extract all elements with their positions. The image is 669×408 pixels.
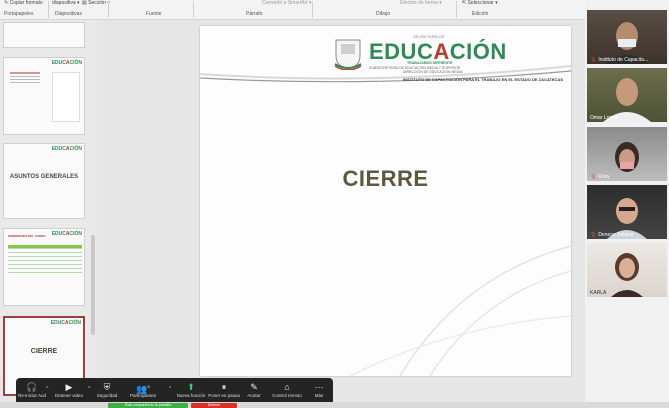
ribbon-divider (193, 1, 194, 18)
group-editing: Edición (472, 11, 489, 17)
participants-button[interactable]: 👥5 Participantes (128, 381, 158, 398)
ribbon-divider (108, 1, 109, 18)
copy-format-button[interactable]: ✎ Copiar formato (4, 0, 43, 6)
pause-share-button[interactable]: ⏸ Poner en pausa (208, 381, 240, 398)
headphones-icon: 🎧 (26, 382, 38, 392)
participants-panel: 🎙 Instituto de Capacita... Omar Lopez 🎙 Ro… (585, 0, 669, 408)
thumbnail-scrollbar[interactable] (91, 235, 95, 335)
thumb-table (8, 245, 82, 273)
thumb-logo: EDUCACIÓN (51, 60, 82, 66)
convert-smartart-label: Convertir a SmartArt (262, 0, 308, 6)
new-share-button[interactable]: ⬆ Nueva función (176, 381, 206, 398)
sharing-indicator[interactable]: Está compartiendo la pantalla (108, 403, 188, 408)
audio-button[interactable]: 🎧 Re-iniciar Aud (18, 381, 46, 398)
convert-smartart-button[interactable]: Convertir a SmartArt ▾ (262, 0, 311, 6)
shield-icon: ⛨ (103, 382, 111, 392)
slide-label: diapositiva (52, 0, 76, 6)
participant-tile[interactable]: KARLA (587, 243, 667, 297)
thumb-logo: EDUCACIÓN (51, 231, 82, 237)
copy-format-label: Copiar formato (9, 0, 43, 6)
shape-effects-button[interactable]: Efectos de forma ▾ (400, 0, 442, 6)
current-slide[interactable]: SECRETARÍA DE EDUCACIÓN TRABAJAMOS DIFER… (200, 26, 571, 376)
video-icon: ▶ (65, 382, 73, 392)
select-label: Seleccionar (467, 0, 494, 6)
thumb-logo: EDUCACIÓN (50, 320, 81, 326)
group-font: Fuente (146, 11, 162, 17)
section-button[interactable]: ▤ Sección ▾ (82, 0, 110, 6)
video-options-chevron-icon[interactable]: ^ (88, 386, 90, 392)
group-slides: Diapositivas (55, 11, 82, 17)
slide-thumbnail-3[interactable]: EDUCACIÓN ASUNTOS GENERALES (3, 143, 85, 219)
slide-title[interactable]: CIERRE (200, 166, 571, 192)
participant-name: Omar Lopez (590, 115, 618, 121)
thumb-logo: EDUCACIÓN (51, 146, 82, 152)
thumb-title: CIERRE (30, 348, 58, 355)
brand-sub2: DIRECCIÓN DE EDUCACIÓN MEDIA (403, 70, 463, 74)
mouse-icon: ⌂ (284, 382, 290, 392)
section-label: Sección (88, 0, 106, 6)
secretaria-educacion-logo: SECRETARÍA DE EDUCACIÓN TRABAJAMOS DIFER… (333, 34, 563, 84)
group-drawing: Dibujo (376, 11, 391, 17)
meeting-toolbar: 🎧 Re-iniciar Aud ^ ▶ Detener video ^ ⛨ Segu… (16, 378, 333, 405)
stop-share-label: Detener (207, 403, 221, 407)
zacatecas-shield-icon (334, 39, 362, 70)
sharing-label: Está compartiendo la pantalla (124, 403, 172, 407)
pause-icon: ⏸ (221, 382, 227, 392)
share-icon: ⬆ (187, 382, 195, 392)
thumb-title: PENDIENTES DEL CURSO (8, 234, 46, 238)
thumb-title: ASUNTOS GENERALES (9, 174, 79, 180)
mic-muted-icon: 🎙 (590, 57, 597, 63)
participant-name: 🎙 Instituto de Capacita... (590, 57, 649, 63)
participant-name: KARLA (590, 290, 607, 296)
security-button[interactable]: ⛨ Seguridad (94, 381, 120, 398)
ribbon-divider (48, 1, 49, 18)
more-icon: ··· (314, 382, 324, 392)
status-bar (0, 402, 669, 408)
participants-options-chevron-icon[interactable]: ^ (169, 386, 171, 392)
slide-thumbnail-4[interactable]: EDUCACIÓN PENDIENTES DEL CURSO (3, 228, 85, 306)
pen-icon: ✎ (250, 382, 258, 392)
participant-name: 🎙 Denese Salazar (590, 232, 634, 238)
stop-video-button[interactable]: ▶ Detener video (54, 381, 84, 398)
participant-tile[interactable]: 🎙 Instituto de Capacita... (587, 10, 667, 64)
thumb-document-image (10, 72, 40, 102)
participant-video (605, 22, 649, 64)
ribbon-divider (456, 1, 457, 18)
participant-name: 🎙 Rosy (590, 174, 610, 180)
brand-tagline: TRABAJAMOS DIFERENTE (407, 61, 453, 65)
slide-thumbnail-2[interactable]: EDUCACIÓN (3, 57, 85, 135)
slide-thumbnail-1[interactable] (3, 22, 85, 48)
slide-thumbnail-pane: EDUCACIÓN EDUCACIÓN ASUNTOS GENERALES ED… (0, 20, 97, 396)
group-paragraph: Párrafo (246, 11, 263, 17)
participant-tile[interactable]: 🎙 Denese Salazar (587, 185, 667, 239)
select-button[interactable]: ⇱ Seleccionar ▾ (462, 0, 498, 6)
group-clipboard: Portapapeles (4, 11, 34, 17)
more-button[interactable]: ··· Más (311, 381, 327, 398)
slide-button[interactable]: diapositiva ▾ (52, 0, 80, 6)
mic-muted-icon: 🎙 (590, 174, 597, 180)
ribbon-divider (312, 1, 313, 18)
remote-control-button[interactable]: ⌂ Control remoto (270, 381, 304, 398)
participant-video (603, 78, 651, 122)
slide-work-area: SECRETARÍA DE EDUCACIÓN TRABAJAMOS DIFER… (97, 20, 585, 378)
participants-icon: 👥5 (136, 384, 150, 394)
participant-tile[interactable]: 🎙 Rosy (587, 127, 667, 181)
participant-tile[interactable]: Omar Lopez (587, 68, 667, 122)
mic-muted-icon: 🎙 (590, 232, 597, 238)
annotate-button[interactable]: ✎ Anotar (242, 381, 266, 398)
thumb-page-image (52, 72, 80, 122)
ribbon: ✎ Copiar formato diapositiva ▾ ▤ Sección… (0, 0, 585, 20)
participant-video (611, 253, 643, 297)
stop-share-button[interactable]: Detener (191, 403, 237, 408)
participant-video (615, 142, 639, 172)
institute-name: INSTITUTO DE CAPACITACIÓN PARA EL TRABAJ… (403, 77, 563, 82)
shape-effects-label: Efectos de forma (400, 0, 438, 6)
participant-video (607, 198, 647, 239)
audio-options-chevron-icon[interactable]: ^ (46, 386, 48, 392)
